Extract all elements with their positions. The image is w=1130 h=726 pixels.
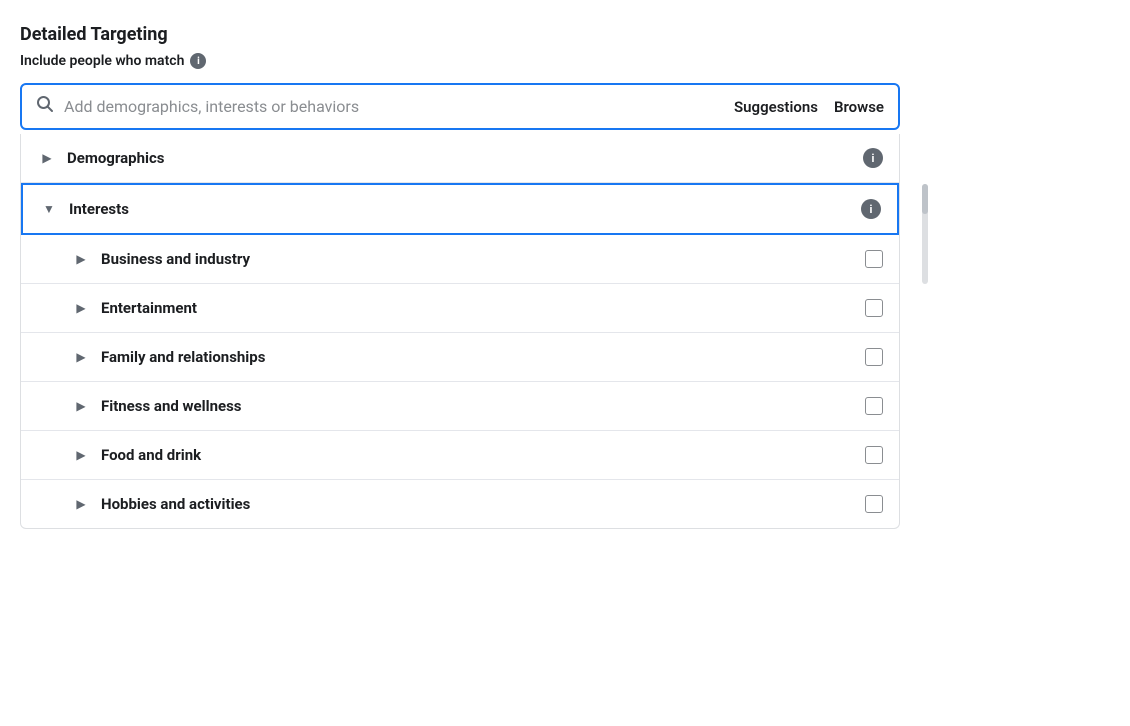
chevron-food: ▶ [71,445,91,465]
category-row-demographics[interactable]: ▶ Demographics i [21,134,899,183]
info-icon-demographics[interactable]: i [863,148,883,168]
category-label-interests: Interests [69,200,861,218]
checkbox-food[interactable] [865,446,883,464]
chevron-business: ▶ [71,249,91,269]
category-row-entertainment[interactable]: ▶ Entertainment [21,284,899,333]
chevron-fitness: ▶ [71,396,91,416]
chevron-family: ▶ [71,347,91,367]
category-row-family[interactable]: ▶ Family and relationships [21,333,899,382]
chevron-interests: ▼ [39,199,59,219]
category-label-food: Food and drink [101,446,853,464]
search-actions: Suggestions Browse [734,98,884,116]
category-label-entertainment: Entertainment [101,299,853,317]
category-label-family: Family and relationships [101,348,853,366]
info-icon-interests[interactable]: i [861,199,881,219]
chevron-hobbies: ▶ [71,494,91,514]
chevron-entertainment: ▶ [71,298,91,318]
subtitle-row: Include people who match i [20,53,1110,69]
info-icon[interactable]: i [190,53,206,69]
browse-button[interactable]: Browse [834,98,884,116]
category-row-business[interactable]: ▶ Business and industry [21,235,899,284]
category-row-hobbies[interactable]: ▶ Hobbies and activities [21,480,899,528]
scrollbar-track[interactable] [922,184,928,284]
category-row-food[interactable]: ▶ Food and drink [21,431,899,480]
search-placeholder: Add demographics, interests or behaviors [64,97,724,116]
checkbox-business[interactable] [865,250,883,268]
search-bar[interactable]: Add demographics, interests or behaviors… [20,83,900,130]
search-icon [36,95,54,118]
chevron-demographics: ▶ [37,148,57,168]
suggestions-button[interactable]: Suggestions [734,98,818,116]
page-title: Detailed Targeting [20,24,1110,45]
targeting-panel: ▶ Demographics i ▼ Interests i ▶ Busines… [20,134,900,529]
checkbox-family[interactable] [865,348,883,366]
subtitle-text: Include people who match [20,53,184,69]
checkbox-fitness[interactable] [865,397,883,415]
category-label-hobbies: Hobbies and activities [101,495,853,513]
checkbox-entertainment[interactable] [865,299,883,317]
category-label-demographics: Demographics [67,149,863,167]
checkbox-hobbies[interactable] [865,495,883,513]
page-container: Detailed Targeting Include people who ma… [20,24,1110,529]
category-label-business: Business and industry [101,250,853,268]
category-row-interests[interactable]: ▼ Interests i [21,183,899,235]
category-label-fitness: Fitness and wellness [101,397,853,415]
category-row-fitness[interactable]: ▶ Fitness and wellness [21,382,899,431]
dropdown-panel: ▶ Demographics i ▼ Interests i ▶ Busines… [20,134,900,529]
scrollbar-thumb [922,184,928,214]
